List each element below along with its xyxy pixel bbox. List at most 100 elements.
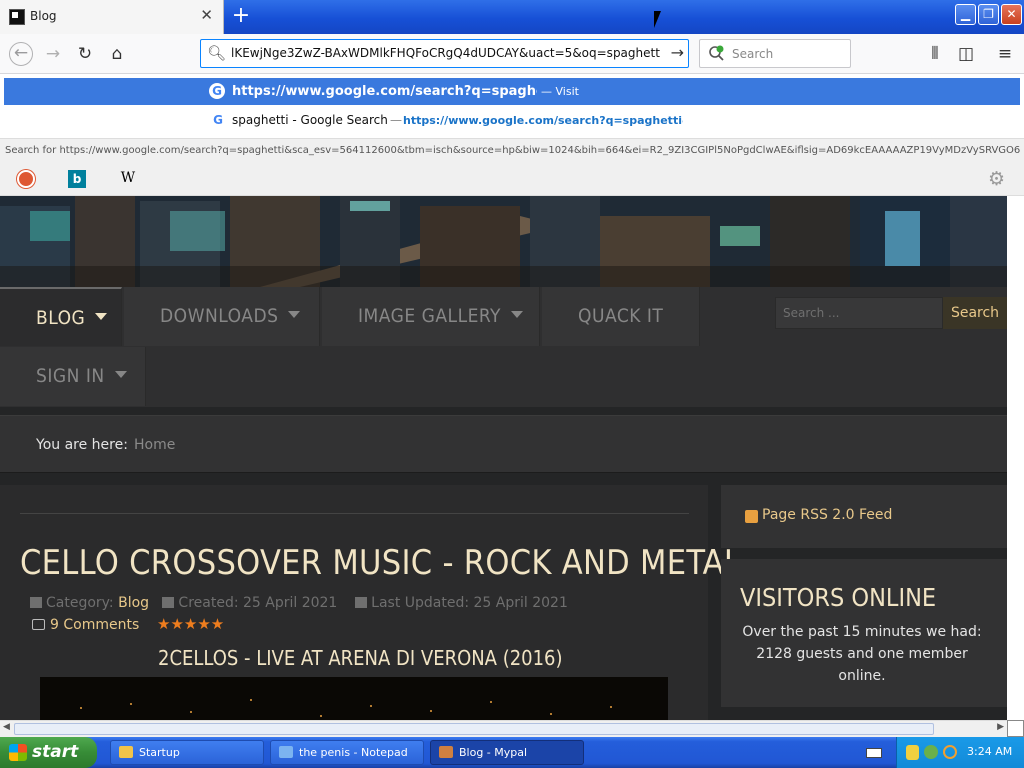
nav-label: BLOG	[36, 307, 86, 329]
scrollbar-thumb[interactable]	[14, 723, 934, 735]
gear-icon[interactable]: ⚙	[988, 168, 1005, 190]
scroll-right-arrow-icon[interactable]: ▶	[997, 722, 1004, 732]
url-suggestions-dropdown: G https://www.google.com/search?q=spaghe…	[0, 74, 1024, 162]
nav-toolbar: ← → ↻ ⌂ 🔍︎ lKEwjNge3ZwZ-BAxWDMlkFHQFoCRg…	[0, 34, 1024, 74]
site-search-button[interactable]: Search	[943, 297, 1007, 329]
search-bar[interactable]: Search	[699, 39, 851, 68]
horizontal-scrollbar[interactable]: ◀ ▶	[0, 720, 1007, 737]
sidebar-icon[interactable]: ◫	[955, 43, 977, 65]
suggestion-url: https://www.google.com/search?q=spaghett…	[403, 114, 683, 127]
nav-item-downloads[interactable]: DOWNLOADS	[124, 287, 320, 346]
search-tray-icon[interactable]	[943, 745, 957, 759]
notepad-icon	[279, 746, 293, 758]
title-bar: Blog ✕ + ▁ ❐ ✕	[0, 0, 1024, 34]
visitors-heading: VISITORS ONLINE	[740, 583, 937, 612]
maximize-window-button[interactable]: ❐	[978, 4, 999, 25]
caret-down-icon	[114, 371, 127, 378]
taskbar-item-browser[interactable]: Blog - Mypal	[430, 740, 584, 765]
nav-item-quack-it[interactable]: QUACK IT	[542, 287, 700, 346]
nav-item-blog[interactable]: BLOG	[0, 287, 122, 346]
city-skyline-image	[0, 196, 1007, 287]
home-button[interactable]: ⌂	[106, 43, 128, 65]
close-window-button[interactable]: ✕	[1001, 4, 1022, 25]
suggestion-title: spaghetti - Google Search	[232, 113, 388, 127]
menu-icon[interactable]: ≡	[994, 43, 1016, 65]
tab-title: Blog	[30, 9, 57, 23]
search-engine-add-icon	[709, 45, 724, 61]
breadcrumb-home-link[interactable]: Home	[134, 437, 175, 453]
rating-stars[interactable]: ★★★★★	[157, 615, 224, 633]
scroll-left-arrow-icon[interactable]: ◀	[3, 722, 10, 732]
search-for-text: Search for https://www.google.com/search…	[5, 145, 1020, 156]
scrollbar-corner	[1007, 720, 1024, 737]
google-icon: G	[210, 112, 226, 128]
bookmarks-bar: b W ⚙	[0, 162, 1024, 196]
vertical-scrollbar[interactable]	[1007, 196, 1024, 720]
suggestion-visit-row[interactable]: G https://www.google.com/search?q=spaghe…	[4, 78, 1020, 105]
article-subtitle: 2CELLOS - LIVE AT ARENA DI VERONA (2016)	[158, 646, 563, 670]
rss-feed-link[interactable]: Page RSS 2.0 Feed	[721, 485, 1007, 548]
visitors-text: Over the past 15 minutes we had: 2128 gu…	[742, 624, 982, 684]
security-shield-icon[interactable]	[906, 745, 919, 760]
divider	[20, 513, 689, 514]
network-icon[interactable]	[924, 745, 938, 759]
keyboard-icon[interactable]	[866, 748, 882, 758]
forward-button[interactable]: →	[42, 43, 64, 65]
nav-label: DOWNLOADS	[160, 305, 279, 327]
reload-button[interactable]: ↻	[74, 43, 96, 65]
windows-logo-icon	[9, 744, 27, 761]
back-button[interactable]: ←	[9, 42, 33, 66]
url-bar[interactable]: 🔍︎ lKEwjNge3ZwZ-BAxWDMlkFHQFoCRgQ4dUDCAY…	[200, 39, 689, 68]
minimize-window-button[interactable]: ▁	[955, 4, 976, 25]
wikipedia-bookmark-icon[interactable]: W	[118, 170, 138, 188]
search-placeholder: Search	[732, 47, 774, 61]
browser-tab[interactable]: Blog ✕	[0, 0, 224, 34]
taskbar-item-startup[interactable]: Startup	[110, 740, 264, 765]
start-button[interactable]: start	[0, 737, 97, 768]
caret-down-icon	[511, 311, 523, 318]
category-label: Category:	[46, 595, 114, 611]
suggestion-search-row[interactable]: G spaghetti - Google Search — https://ww…	[4, 107, 1020, 133]
url-text[interactable]: lKEwjNge3ZwZ-BAxWDMlkFHQFoCRgQ4dUDCAY&ua…	[231, 46, 661, 60]
updated-date: Last Updated: 25 April 2021	[371, 595, 568, 611]
go-arrow-icon[interactable]: →	[671, 43, 684, 62]
nav-label: SIGN IN	[36, 365, 105, 387]
clock[interactable]: 3:24 AM	[967, 745, 1012, 758]
article-meta: Category: Blog Created: 25 April 2021 La…	[30, 595, 568, 611]
start-label: start	[32, 742, 79, 762]
comment-icon	[32, 619, 45, 630]
breadcrumb-label: You are here:	[36, 437, 128, 453]
calendar-icon	[162, 597, 175, 608]
bing-bookmark-icon[interactable]: b	[68, 170, 86, 188]
caret-down-icon	[95, 313, 108, 320]
browser-icon	[439, 746, 453, 758]
visitors-online-widget: VISITORS ONLINE Over the past 15 minutes…	[721, 559, 1007, 707]
comments-link[interactable]: 9 Comments	[32, 617, 139, 633]
video-thumbnail[interactable]	[40, 677, 668, 720]
caret-down-icon	[288, 311, 301, 318]
category-link[interactable]: Blog	[118, 595, 149, 611]
close-tab-icon[interactable]: ✕	[200, 6, 213, 24]
nav-item-image-gallery[interactable]: IMAGE GALLERY	[322, 287, 540, 346]
rss-label: Page RSS 2.0 Feed	[762, 507, 893, 523]
rss-icon	[745, 510, 758, 523]
article-title[interactable]: CELLO CROSSOVER MUSIC - ROCK AND METAL	[20, 543, 741, 583]
created-date: Created: 25 April 2021	[178, 595, 338, 611]
duckduckgo-bookmark-icon[interactable]	[17, 170, 35, 188]
library-icon[interactable]: ⫴	[924, 43, 946, 65]
task-label: the penis - Notepad	[299, 746, 408, 759]
site-search-input[interactable]: Search ...	[775, 297, 943, 329]
search-icon: 🔍︎	[207, 44, 227, 62]
new-tab-button[interactable]: +	[230, 2, 252, 30]
suggestion-url: https://www.google.com/search?q=spaghett…	[232, 84, 537, 99]
folder-icon	[30, 597, 42, 608]
nav-label: IMAGE GALLERY	[358, 305, 501, 327]
task-label: Blog - Mypal	[459, 746, 528, 759]
taskbar-item-notepad[interactable]: the penis - Notepad	[270, 740, 424, 765]
mouse-cursor-icon	[654, 11, 661, 28]
folder-icon	[119, 746, 133, 758]
nav-item-sign-in[interactable]: SIGN IN	[0, 347, 146, 406]
comments-count: 9 Comments	[50, 617, 140, 633]
search-for-row[interactable]: Search for https://www.google.com/search…	[0, 138, 1024, 162]
site-favicon-icon	[9, 9, 25, 25]
